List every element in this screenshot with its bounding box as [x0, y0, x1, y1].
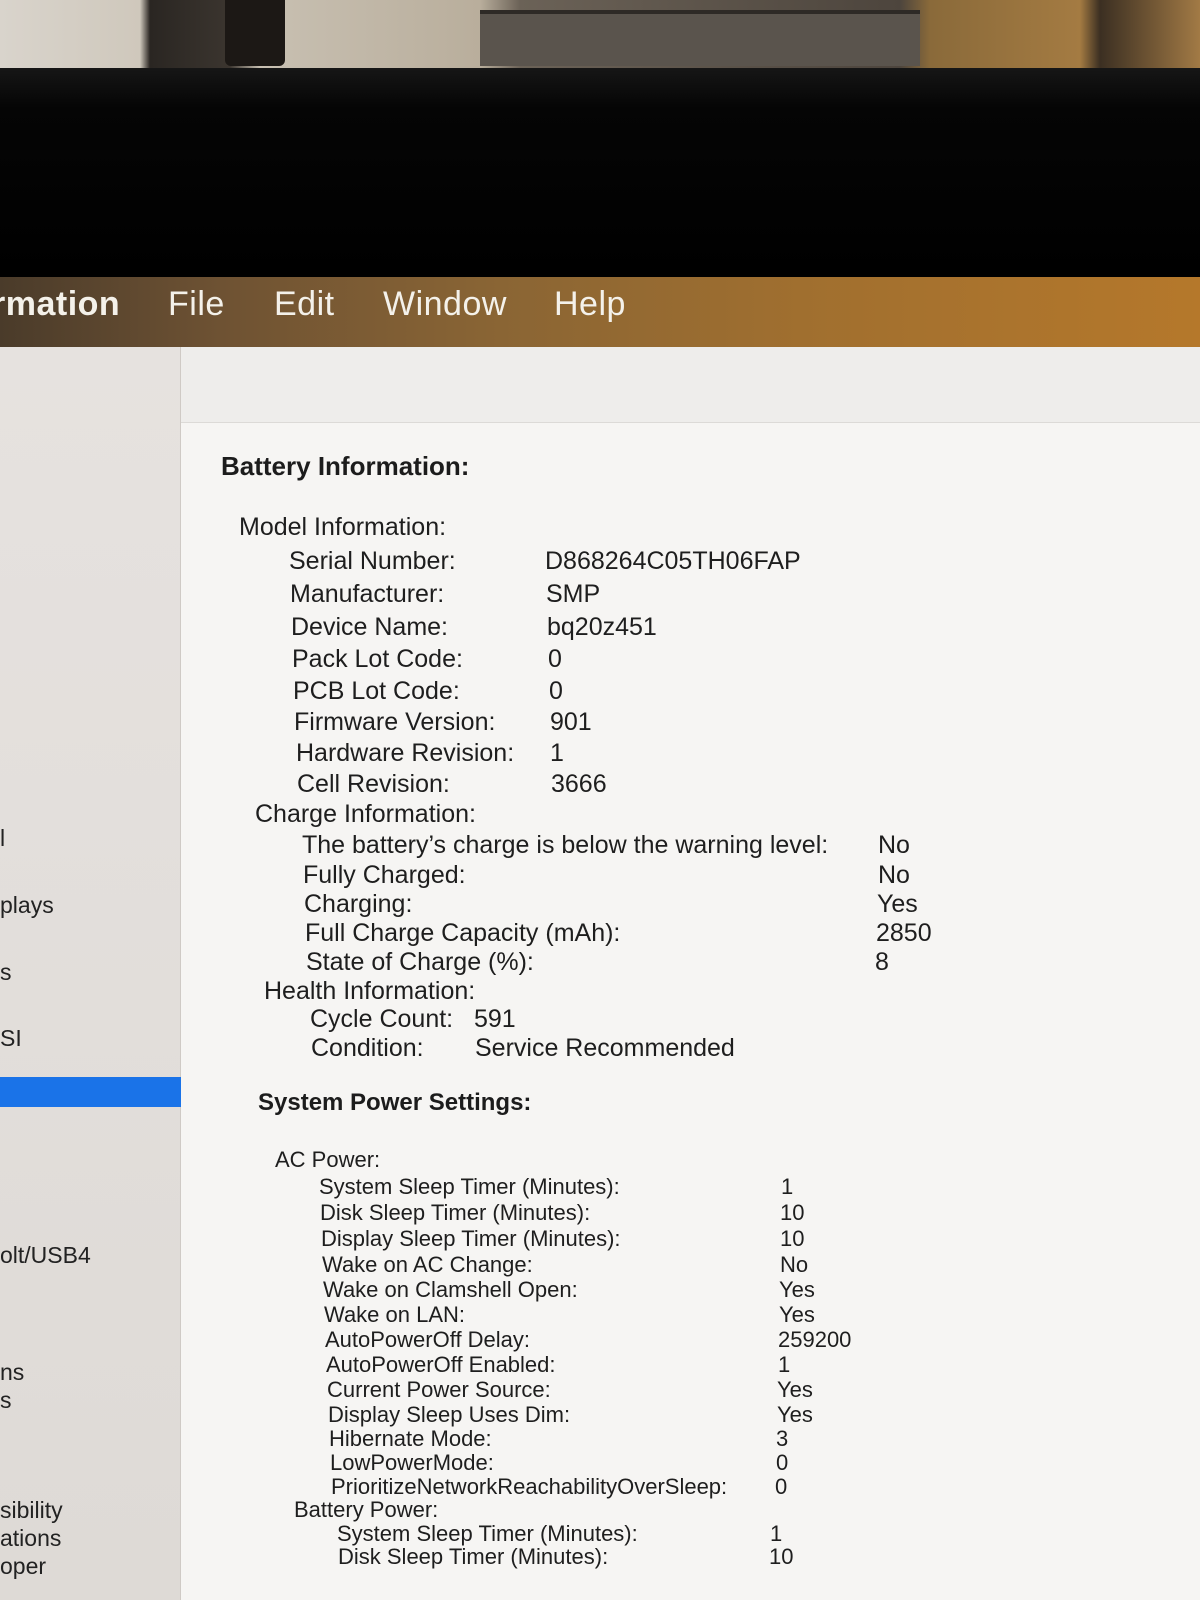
row-value: 1 — [778, 1352, 791, 1377]
sidebar-item-applications[interactable]: ations — [0, 1525, 61, 1552]
row-label: LowPowerMode: — [330, 1450, 494, 1475]
row-label: State of Charge (%): — [306, 948, 534, 976]
battery-information-title: Battery Information: — [221, 451, 470, 481]
sidebar-item-developer[interactable]: oper — [0, 1553, 46, 1580]
row-value: 591 — [474, 1005, 516, 1033]
row-label: PCB Lot Code: — [293, 677, 460, 705]
row-label: Cell Revision: — [297, 770, 450, 798]
row-label: Cycle Count: — [310, 1005, 454, 1033]
sidebar-item[interactable]: ns — [0, 1359, 24, 1386]
row-label: Charging: — [304, 890, 413, 918]
menu-file[interactable]: File — [168, 285, 225, 324]
row-label: Firmware Version: — [294, 708, 496, 736]
row-value: 3 — [776, 1426, 789, 1451]
sidebar-item-displays[interactable]: plays — [0, 892, 54, 919]
row-label: Hibernate Mode: — [329, 1426, 492, 1451]
row-value: 1 — [550, 739, 564, 767]
row-value: No — [780, 1252, 809, 1277]
background-bottle — [225, 0, 285, 66]
row-value: SMP — [546, 580, 601, 608]
row-value: 259200 — [778, 1327, 852, 1352]
menu-bar: rmation File Edit Window Help — [0, 277, 1200, 347]
row-label: Serial Number: — [289, 547, 456, 575]
row-label: Disk Sleep Timer (Minutes): — [320, 1200, 591, 1225]
row-label: AutoPowerOff Enabled: — [326, 1352, 556, 1377]
row-label: Full Charge Capacity (mAh): — [305, 919, 621, 947]
menu-window[interactable]: Window — [383, 285, 507, 324]
menu-app-name[interactable]: rmation — [0, 285, 120, 324]
sidebar-item-thunderbolt[interactable]: olt/USB4 — [0, 1242, 91, 1269]
row-value: 10 — [780, 1200, 805, 1225]
row-label: Display Sleep Timer (Minutes): — [321, 1226, 621, 1251]
row-value: 2850 — [876, 919, 932, 947]
row-label: Manufacturer: — [290, 580, 445, 608]
battery-power-header: Battery Power: — [294, 1497, 439, 1522]
content-toolbar — [181, 347, 1200, 423]
content-pane: Battery Information: Model Information: … — [181, 347, 1200, 1600]
row-value: Yes — [779, 1302, 815, 1327]
row-value: Yes — [877, 890, 918, 918]
row-label: Wake on LAN: — [324, 1302, 466, 1327]
row-value: Yes — [777, 1377, 813, 1402]
sidebar-item[interactable]: s — [0, 959, 12, 986]
row-value: 10 — [780, 1226, 805, 1251]
row-value: D868264C05TH06FAP — [545, 547, 801, 575]
row-value: 3666 — [551, 770, 607, 798]
row-label: The battery’s charge is below the warnin… — [302, 831, 829, 859]
row-label: Wake on Clamshell Open: — [323, 1277, 578, 1302]
background-room — [0, 0, 1200, 70]
ac-power-header: AC Power: — [275, 1147, 381, 1172]
row-value: 0 — [775, 1474, 788, 1499]
row-value: 0 — [548, 645, 562, 673]
background-stove — [480, 10, 920, 66]
row-label: System Sleep Timer (Minutes): — [319, 1174, 620, 1199]
model-information-header: Model Information: — [239, 513, 447, 541]
row-value: No — [878, 831, 910, 859]
row-label: Current Power Source: — [327, 1377, 551, 1402]
charge-information-header: Charge Information: — [255, 800, 476, 828]
row-value: 0 — [549, 677, 563, 705]
row-value: No — [878, 861, 910, 889]
system-power-settings-title: System Power Settings: — [258, 1089, 532, 1116]
menu-edit[interactable]: Edit — [274, 285, 335, 324]
row-value: Yes — [777, 1402, 813, 1427]
menu-help[interactable]: Help — [554, 285, 626, 324]
row-label: Wake on AC Change: — [322, 1252, 533, 1277]
sidebar-item-accessibility[interactable]: sibility — [0, 1497, 63, 1524]
row-label: AutoPowerOff Delay: — [325, 1327, 531, 1352]
sidebar-item[interactable]: l — [0, 825, 5, 852]
sidebar-item-scsi[interactable]: SI — [0, 1025, 22, 1052]
row-label: Fully Charged: — [303, 861, 466, 889]
row-label: Device Name: — [291, 613, 448, 641]
sidebar-item-power-selected[interactable] — [0, 1077, 197, 1107]
sidebar: l plays s SI olt/USB4 ns s sibility atio… — [0, 347, 197, 1600]
row-label: Display Sleep Uses Dim: — [328, 1402, 571, 1427]
row-label: Pack Lot Code: — [292, 645, 463, 673]
health-information-header: Health Information: — [264, 977, 476, 1005]
row-value: 10 — [769, 1544, 794, 1569]
row-label: Condition: — [311, 1034, 424, 1062]
row-value: Service Recommended — [475, 1034, 735, 1062]
monitor-bezel — [0, 68, 1200, 278]
row-value: Yes — [779, 1277, 815, 1302]
row-value: bq20z451 — [547, 613, 657, 641]
sidebar-item[interactable]: s — [0, 1387, 12, 1414]
row-label: Hardware Revision: — [296, 739, 515, 767]
row-value: 0 — [776, 1450, 789, 1475]
row-value: 8 — [875, 948, 889, 976]
row-value: 1 — [781, 1174, 794, 1199]
row-value: 901 — [550, 708, 592, 736]
row-label: Disk Sleep Timer (Minutes): — [338, 1544, 609, 1569]
